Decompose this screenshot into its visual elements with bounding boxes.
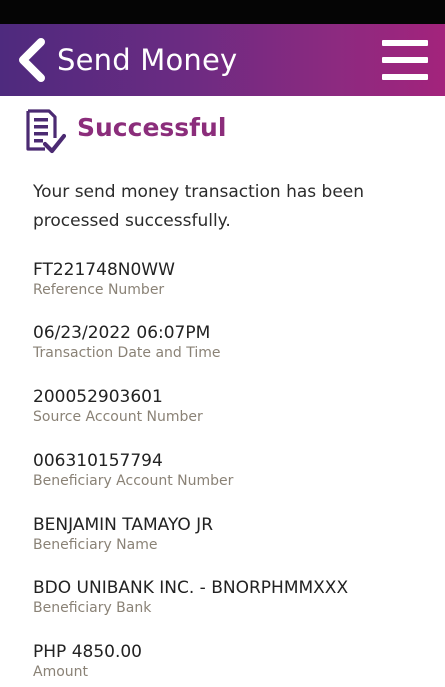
detail-label: Reference Number [33,282,165,298]
detail-beneficiary-account-number: 006310157794 Beneficiary Account Number [33,450,433,491]
detail-value: 006310157794 [33,451,163,471]
hamburger-menu-icon [382,40,428,46]
detail-value: BENJAMIN TAMAYO JR [33,515,214,535]
document-check-icon [18,104,67,154]
detail-reference-number: FT221748N0WW Reference Number [33,259,433,300]
hamburger-menu-bar [382,57,428,63]
detail-value: 06/23/2022 06:07PM [33,323,211,343]
status-message: Your send money transaction has been pro… [33,182,365,231]
detail-label: Beneficiary Account Number [33,473,234,489]
detail-value: FT221748N0WW [33,260,175,280]
detail-source-account-number: 200052903601 Source Account Number [33,386,433,427]
menu-button[interactable] [382,40,428,80]
detail-value: PHP 4850.00 [33,642,142,662]
detail-beneficiary-bank: BDO UNIBANK INC. - BNORPHMMXXX Beneficia… [33,577,433,618]
detail-label: Beneficiary Name [33,537,158,553]
detail-label: Amount [33,664,89,680]
page-title: Send Money [57,43,238,77]
detail-label: Beneficiary Bank [33,600,152,616]
app-header: Send Money [0,24,445,96]
status-bar [0,0,445,24]
back-button[interactable] [14,38,50,82]
chevron-left-icon [19,38,45,82]
detail-label: Transaction Date and Time [33,345,221,361]
detail-transaction-date-time: 06/23/2022 06:07PM Transaction Date and … [33,322,433,363]
detail-amount: PHP 4850.00 Amount [33,641,433,682]
detail-label: Source Account Number [33,409,203,425]
detail-beneficiary-name: BENJAMIN TAMAYO JR Beneficiary Name [33,514,433,555]
hamburger-menu-bar [382,74,428,80]
detail-value: BDO UNIBANK INC. - BNORPHMMXXX [33,578,349,598]
status-title: Successful [77,113,227,142]
detail-value: 200052903601 [33,387,163,407]
